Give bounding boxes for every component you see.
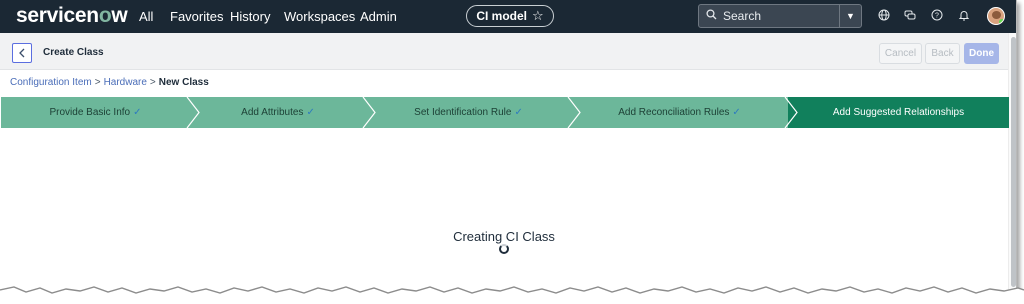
search-scope-dropdown[interactable]: ▼ <box>839 5 861 27</box>
step-add-suggested-relationships[interactable]: Add Suggested Relationships <box>788 97 1009 128</box>
step-label: Add Suggested Relationships <box>832 107 965 118</box>
wizard-steps: Provide Basic Info ✓ Add Attributes ✓ Se… <box>1 97 1009 128</box>
step-chevron-divider <box>362 97 376 128</box>
breadcrumb-configuration-item[interactable]: Configuration Item <box>10 77 92 88</box>
step-chevron-divider <box>186 97 200 128</box>
context-pill-ci-model[interactable]: CI model ☆ <box>466 5 554 27</box>
back-button[interactable]: Back <box>925 43 960 64</box>
loading-spinner-icon <box>499 244 509 254</box>
presence-dot <box>999 19 1004 24</box>
help-icon[interactable]: ? <box>930 9 944 23</box>
chat-icon[interactable] <box>903 9 917 23</box>
loading-message: Creating CI Class <box>453 229 555 244</box>
step-set-identification-rule[interactable]: Set Identification Rule ✓ <box>366 97 571 128</box>
step-add-attributes[interactable]: Add Attributes ✓ <box>190 97 366 128</box>
step-label: Set Identification Rule <box>414 107 512 118</box>
nav-admin[interactable]: Admin <box>360 9 397 24</box>
cancel-button[interactable]: Cancel <box>879 43 922 64</box>
svg-text:?: ? <box>935 13 939 20</box>
user-avatar[interactable] <box>987 7 1005 25</box>
done-button[interactable]: Done <box>964 43 999 64</box>
vertical-scrollbar[interactable] <box>1008 33 1016 296</box>
step-label: Add Reconciliation Rules <box>618 107 730 118</box>
checkmark-icon: ✓ <box>514 107 523 118</box>
top-nav: servicenow All Favorites History Workspa… <box>0 0 1016 33</box>
step-chevron-divider <box>784 97 798 128</box>
breadcrumb-hardware[interactable]: Hardware <box>104 77 147 88</box>
breadcrumb: Configuration Item > Hardware > New Class <box>10 77 209 88</box>
bell-icon[interactable] <box>957 9 971 23</box>
torn-edge-decoration <box>0 286 1024 304</box>
context-pill-label: CI model <box>476 9 527 23</box>
search-icon <box>699 9 723 23</box>
scrollbar-thumb[interactable] <box>1011 37 1016 287</box>
checkmark-icon: ✓ <box>732 107 741 118</box>
page-title: Create Class <box>43 47 104 58</box>
step-add-reconciliation-rules[interactable]: Add Reconciliation Rules ✓ <box>571 97 788 128</box>
breadcrumb-separator: > <box>94 77 101 88</box>
step-chevron-divider <box>567 97 581 128</box>
nav-all[interactable]: All <box>139 9 153 24</box>
nav-favorites[interactable]: Favorites <box>170 9 223 24</box>
breadcrumb-current: New Class <box>158 77 209 88</box>
back-arrow-button[interactable] <box>12 43 32 63</box>
nav-workspaces[interactable]: Workspaces <box>284 9 355 24</box>
step-label: Provide Basic Info <box>49 107 131 118</box>
nav-history[interactable]: History <box>230 9 270 24</box>
global-search[interactable]: Search ▼ <box>698 4 862 28</box>
globe-icon[interactable] <box>877 9 891 23</box>
checkmark-icon: ✓ <box>306 107 315 118</box>
checkmark-icon: ✓ <box>133 107 142 118</box>
step-label: Add Attributes <box>241 107 304 118</box>
servicenow-logo[interactable]: servicenow <box>16 4 128 28</box>
breadcrumb-separator: > <box>149 77 156 88</box>
star-icon[interactable]: ☆ <box>532 8 544 24</box>
page-header: Create Class Cancel Back Done <box>0 33 1016 70</box>
chevron-left-icon <box>19 48 25 58</box>
search-input[interactable]: Search <box>723 9 839 23</box>
app-window: servicenow All Favorites History Workspa… <box>0 0 1017 296</box>
step-provide-basic-info[interactable]: Provide Basic Info ✓ <box>1 97 190 128</box>
